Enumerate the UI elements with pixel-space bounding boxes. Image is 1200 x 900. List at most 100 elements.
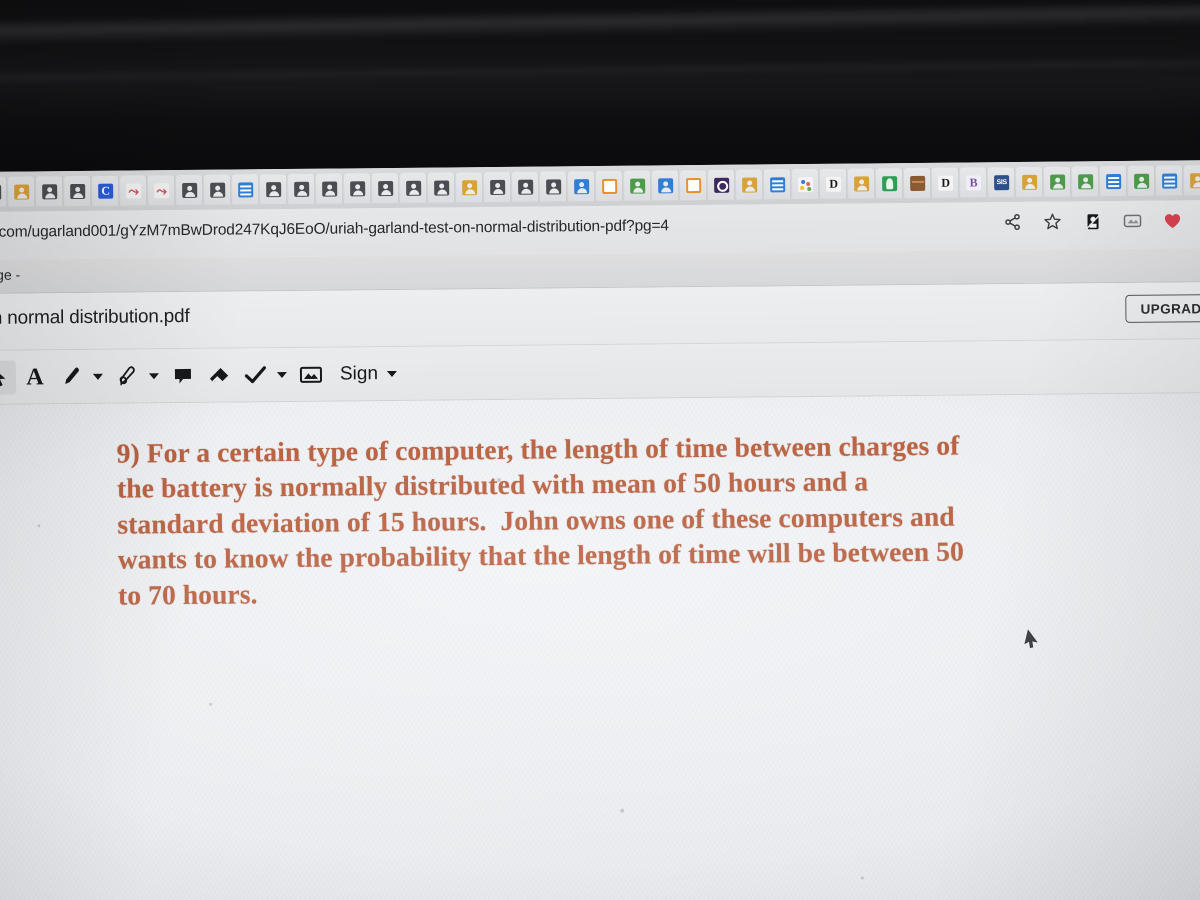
browser-tab[interactable] [1127,165,1156,196]
person-icon [742,176,758,193]
screen-speck [209,702,213,706]
browser-tab[interactable] [344,173,372,204]
search-icon [714,177,730,193]
canvas-c-icon: C [98,183,114,199]
browser-tab[interactable] [1016,166,1044,197]
extension-icon[interactable] [1080,209,1104,233]
person-icon [0,184,2,200]
browser-tab[interactable] [372,172,400,204]
share-icon[interactable] [1000,210,1024,234]
browser-tab[interactable] [260,173,288,205]
browser-tab[interactable] [876,168,904,199]
browser-tab[interactable] [288,173,316,204]
person-icon [14,183,30,200]
browser-tab[interactable] [904,167,932,199]
person-icon [462,179,478,195]
browser-tab[interactable]: ⤳ [148,175,176,206]
highlighter-dropdown-caret-icon[interactable] [146,359,162,393]
browser-tab[interactable] [652,170,680,201]
upgrade-button[interactable]: UPGRADE TO [1125,293,1200,323]
heart-extension-icon[interactable] [1160,208,1184,232]
sign-dropdown-caret-icon[interactable] [386,356,398,390]
address-bar-url[interactable]: com/ugarland001/gYzM7mBwDrod247KqJ6EoO/u… [0,217,669,241]
browser-tab[interactable] [708,169,736,200]
text-tool[interactable]: A [18,360,52,394]
browser-tab[interactable] [624,170,652,201]
orange-window-icon [686,177,702,193]
person-icon [658,177,674,193]
pdf-document-canvas[interactable]: 9) For a certain type of computer, the l… [0,392,1200,900]
browser-tab[interactable] [1155,165,1184,196]
person-icon [1134,173,1150,189]
browser-tab[interactable] [1043,166,1072,197]
person-icon [546,178,562,195]
browser-tab[interactable] [1099,165,1128,197]
browser-tab[interactable]: ⤳ [120,175,148,206]
browser-tab[interactable]: D [820,168,848,199]
browser-tab[interactable] [512,171,540,202]
person-icon [322,181,338,197]
person-icon [1022,174,1038,190]
browser-tab[interactable] [204,174,232,205]
orange-window-icon [602,178,618,194]
bookmark-star-icon[interactable] [1040,210,1064,234]
browser-tab[interactable] [540,171,568,202]
browser-tab[interactable] [176,174,204,206]
browser-tab[interactable] [848,168,876,199]
checkmark-dropdown-caret-icon[interactable] [274,357,290,391]
person-icon [182,182,198,198]
reading-list-icon[interactable] [1120,209,1144,233]
person-icon [854,175,870,192]
person-icon [406,180,422,196]
browser-tab[interactable] [64,175,92,207]
browser-tab[interactable] [1071,166,1100,197]
desmos-d-icon: D [826,176,842,192]
bookmark-page-item[interactable]: Page - [0,267,20,283]
document-lines-icon [1162,172,1178,189]
scribble-icon: ⤳ [154,182,170,198]
comment-tool[interactable] [166,358,200,392]
browser-tab[interactable] [736,169,764,200]
checkmark-tool[interactable] [238,358,272,392]
bezel-sheen-secondary [0,57,1200,85]
person-icon [42,183,58,199]
browser-tab[interactable]: SIS [988,167,1016,198]
eraser-tool[interactable] [202,358,236,392]
browser-tab[interactable] [36,176,64,207]
browser-tab[interactable]: B [960,167,988,198]
person-icon [378,180,394,196]
highlighter-tool[interactable] [110,359,144,393]
document-lines-icon [770,176,786,192]
browser-tab[interactable] [792,168,820,200]
question-text-block: 9) For a certain type of computer, the l… [117,426,1079,613]
colored-dots-icon [798,176,814,192]
sis-icon: SIS [994,174,1010,190]
browser-tab[interactable] [232,174,260,205]
bitmoji-b-icon: B [966,174,982,190]
omnibox-icon-group [1000,208,1200,234]
browser-tab[interactable] [316,173,344,204]
browser-tab[interactable] [596,170,624,202]
browser-tab[interactable] [428,172,456,203]
browser-tab[interactable] [456,172,484,203]
pen-tool[interactable] [54,359,88,393]
browser-tab[interactable]: C [92,175,120,206]
person-icon [630,178,646,194]
browser-tab[interactable]: D [932,167,960,198]
browser-tab[interactable] [764,169,792,200]
browser-tab[interactable] [680,169,708,201]
browser-tab[interactable] [484,171,512,203]
browser-tab[interactable] [0,176,8,207]
image-tool[interactable] [294,357,328,391]
person-icon [434,179,450,196]
browser-tab[interactable] [1183,165,1200,196]
browser-tab[interactable] [8,176,36,207]
cursor-select-tool[interactable] [0,360,17,395]
screen-speck [620,808,625,813]
document-lines-icon [238,181,254,197]
screen-speck [860,876,864,880]
sign-tool-button[interactable]: Sign [340,356,398,391]
browser-tab[interactable] [400,172,428,203]
browser-tab[interactable] [568,171,596,202]
pen-dropdown-caret-icon[interactable] [90,359,106,393]
